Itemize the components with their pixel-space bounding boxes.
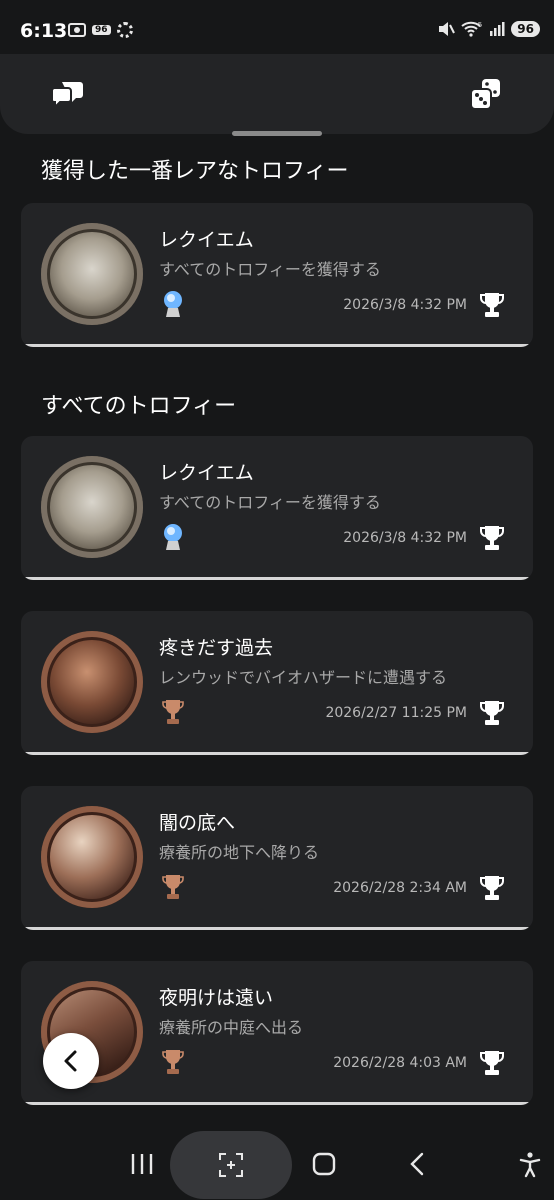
trophy-image bbox=[41, 806, 143, 908]
trophy-earned-date: 2026/2/28 4:03 AM bbox=[333, 1055, 467, 1071]
trophy-icon bbox=[480, 293, 504, 317]
platinum-trophy-icon bbox=[164, 524, 182, 550]
bronze-trophy-icon bbox=[162, 1050, 184, 1074]
status-bar: 6:13 96 5 96 bbox=[0, 0, 554, 60]
accessibility-icon bbox=[519, 1152, 541, 1178]
trophy-description: レンウッドでバイオハザードに遭遇する bbox=[159, 668, 448, 687]
chat-button[interactable] bbox=[50, 76, 86, 112]
screen-capture-icon bbox=[219, 1153, 243, 1177]
status-left-icons: 96 bbox=[68, 22, 133, 38]
trophy-earned-date: 2026/3/8 4:32 PM bbox=[343, 530, 467, 546]
trophy-description: 療養所の地下へ降りる bbox=[159, 843, 320, 862]
trophy-icon bbox=[480, 1051, 504, 1075]
trophy-description: 療養所の中庭へ出る bbox=[159, 1018, 304, 1037]
accessibility-button[interactable] bbox=[516, 1150, 544, 1178]
rarest-section-title: 獲得した一番レアなトロフィー bbox=[41, 159, 349, 184]
bronze-trophy-icon bbox=[162, 700, 184, 724]
header-panel bbox=[0, 54, 554, 134]
trophy-description: すべてのトロフィーを獲得する bbox=[159, 493, 381, 512]
trophy-card[interactable]: 夜明けは遠い 療養所の中庭へ出る 2026/2/28 4:03 AM bbox=[21, 961, 533, 1105]
status-right-icons: 5 96 bbox=[437, 21, 540, 37]
signal-icon bbox=[490, 22, 505, 36]
trophy-name: レクイエム bbox=[159, 462, 254, 484]
wifi-icon: 5 bbox=[461, 21, 482, 37]
back-icon bbox=[410, 1152, 424, 1176]
chevron-left-icon bbox=[64, 1050, 77, 1072]
dice-icon bbox=[470, 79, 500, 110]
trophy-description: すべてのトロフィーを獲得する bbox=[159, 260, 381, 279]
notification-badge: 96 bbox=[92, 25, 111, 35]
drag-handle[interactable] bbox=[232, 131, 322, 136]
bronze-trophy-icon bbox=[162, 875, 184, 899]
trophy-earned-date: 2026/3/8 4:32 PM bbox=[343, 297, 467, 313]
trophy-card[interactable]: 疼きだす過去 レンウッドでバイオハザードに遭遇する 2026/2/27 11:2… bbox=[21, 611, 533, 755]
battery-indicator: 96 bbox=[511, 21, 540, 37]
trophy-name: レクイエム bbox=[159, 229, 254, 251]
trophy-name: 闇の底へ bbox=[159, 812, 236, 834]
system-back-button[interactable] bbox=[404, 1150, 432, 1178]
rarest-trophy-card[interactable]: レクイエム すべてのトロフィーを獲得する 2026/3/8 4:32 PM bbox=[21, 203, 533, 347]
system-nav-bar bbox=[0, 1124, 554, 1200]
screen-capture-button[interactable] bbox=[170, 1131, 292, 1199]
recent-apps-icon bbox=[131, 1154, 153, 1174]
screenshot-icon bbox=[68, 23, 86, 37]
trophy-earned-date: 2026/2/27 11:25 PM bbox=[325, 705, 467, 721]
all-trophies-section-title: すべてのトロフィー bbox=[41, 394, 237, 419]
trophy-card[interactable]: 闇の底へ 療養所の地下へ降りる 2026/2/28 2:34 AM bbox=[21, 786, 533, 930]
chat-bubbles-icon bbox=[51, 82, 83, 110]
platinum-trophy-icon bbox=[164, 291, 182, 317]
trophy-icon bbox=[480, 876, 504, 900]
home-icon bbox=[312, 1152, 336, 1176]
trophy-image bbox=[41, 223, 143, 325]
status-time: 6:13 bbox=[20, 20, 68, 42]
trophy-icon bbox=[480, 701, 504, 725]
trophy-earned-date: 2026/2/28 2:34 AM bbox=[333, 880, 467, 896]
mute-icon bbox=[439, 22, 456, 36]
trophy-card[interactable]: レクイエム すべてのトロフィーを獲得する 2026/3/8 4:32 PM bbox=[21, 436, 533, 580]
trophy-name: 夜明けは遠い bbox=[159, 987, 274, 1009]
random-button[interactable] bbox=[468, 76, 504, 112]
home-button[interactable] bbox=[310, 1150, 338, 1178]
trophy-icon bbox=[480, 526, 504, 550]
back-button[interactable] bbox=[43, 1033, 99, 1089]
trophy-image bbox=[41, 631, 143, 733]
trophy-image bbox=[41, 456, 143, 558]
trophy-name: 疼きだす過去 bbox=[159, 637, 274, 659]
loading-icon bbox=[116, 22, 133, 38]
svg-text:5: 5 bbox=[478, 22, 482, 29]
recent-apps-button[interactable] bbox=[128, 1150, 156, 1178]
